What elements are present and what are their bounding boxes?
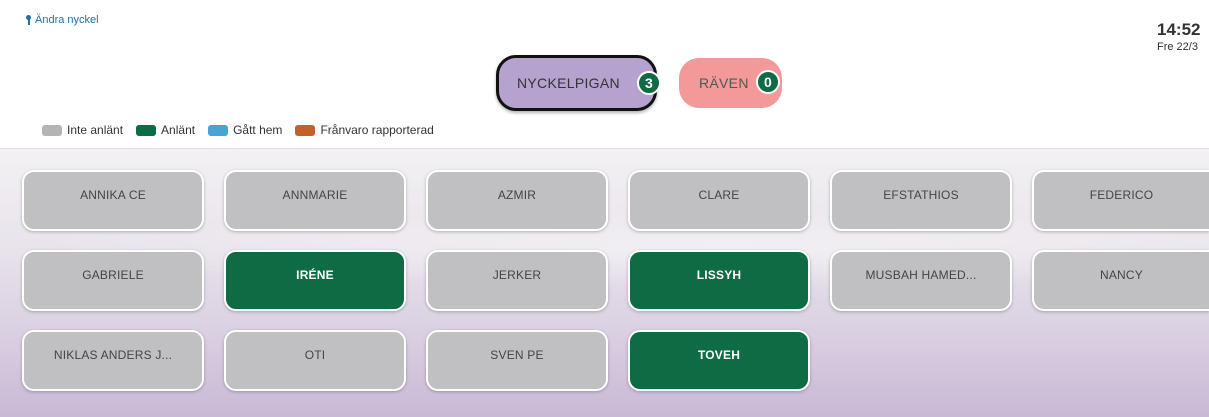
- group-count-badge: 3: [637, 71, 661, 95]
- group-name: NYCKELPIGAN: [517, 75, 620, 91]
- group-count-badge: 0: [756, 70, 780, 94]
- person-button[interactable]: CLARE: [628, 170, 810, 231]
- legend-item-arrived: Anlänt: [136, 123, 195, 137]
- person-name: EFSTATHIOS: [883, 187, 959, 202]
- legend-item-gone-home: Gått hem: [208, 123, 282, 137]
- person-name: GABRIELE: [82, 267, 144, 282]
- clock-time: 14:52: [1157, 20, 1201, 39]
- person-name: SVEN PE: [490, 347, 544, 362]
- person-name: NANCY: [1099, 267, 1143, 282]
- key-icon: [25, 14, 33, 26]
- person-name: FEDERICO: [1089, 187, 1154, 202]
- person-name: JERKER: [492, 267, 542, 282]
- person-name: ANNIKA CE: [80, 187, 146, 202]
- person-button[interactable]: SVEN PE: [426, 330, 608, 391]
- person-button[interactable]: NIKLAS ANDERS J...: [22, 330, 204, 391]
- person-button[interactable]: TOVEH: [628, 330, 810, 391]
- person-board: ANNIKA CE ANNMARIE AZMIR CLARE EFSTATHIO…: [0, 148, 1209, 417]
- legend-label: Anlänt: [161, 123, 196, 137]
- person-button[interactable]: ANNMARIE: [224, 170, 406, 231]
- person-button[interactable]: JERKER: [426, 250, 608, 311]
- person-button[interactable]: IRÉNE: [224, 250, 406, 311]
- person-button[interactable]: EFSTATHIOS: [830, 170, 1012, 231]
- person-name: IRÉNE: [296, 267, 334, 282]
- change-key-link[interactable]: Ändra nyckel: [25, 14, 99, 26]
- person-name: AZMIR: [497, 187, 537, 202]
- person-name: OTI: [304, 347, 326, 362]
- legend-item-absence-reported: Frånvaro rapporterad: [295, 123, 434, 137]
- person-button[interactable]: ANNIKA CE: [22, 170, 204, 231]
- legend-swatch: [295, 124, 316, 136]
- group-name: RÄVEN: [699, 75, 749, 91]
- group-button-nyckelpigan[interactable]: NYCKELPIGAN 3: [496, 55, 661, 111]
- group-button-raven[interactable]: RÄVEN 0: [679, 58, 782, 108]
- clock: 14:52 Fre 22/3: [1157, 20, 1209, 53]
- person-name: MUSBAH HAMED...: [865, 267, 977, 282]
- clock-date: Fre 22/3: [1157, 41, 1198, 53]
- person-button[interactable]: OTI: [224, 330, 406, 391]
- person-name: NIKLAS ANDERS J...: [53, 347, 173, 362]
- person-button[interactable]: MUSBAH HAMED...: [830, 250, 1012, 311]
- person-button[interactable]: GABRIELE: [22, 250, 204, 311]
- legend-label: Gått hem: [233, 123, 283, 137]
- change-key-label: Ändra nyckel: [35, 14, 99, 26]
- legend-label: Frånvaro rapporterad: [320, 123, 434, 137]
- person-name: ANNMARIE: [282, 187, 348, 202]
- person-button[interactable]: LISSYH: [628, 250, 810, 311]
- person-name: TOVEH: [697, 347, 741, 362]
- legend-item-not-arrived: Inte anlänt: [42, 123, 123, 137]
- group-selector: NYCKELPIGAN 3 RÄVEN 0: [0, 55, 1209, 115]
- legend-label: Inte anlänt: [67, 123, 124, 137]
- legend-swatch: [208, 124, 229, 136]
- status-legend: Inte anlänt Anlänt Gått hem Frånvaro rap…: [42, 123, 434, 137]
- person-button[interactable]: NANCY: [1032, 250, 1209, 311]
- legend-swatch: [42, 124, 62, 136]
- person-button[interactable]: FEDERICO: [1032, 170, 1209, 231]
- person-name: LISSYH: [696, 267, 742, 282]
- person-button[interactable]: AZMIR: [426, 170, 608, 231]
- legend-swatch: [136, 124, 157, 136]
- person-name: CLARE: [698, 187, 740, 202]
